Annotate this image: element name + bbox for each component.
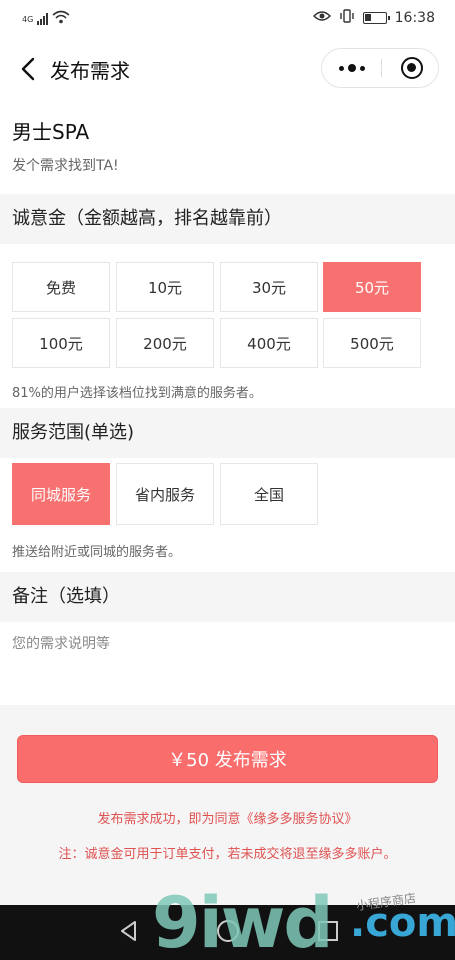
capsule-divider	[381, 59, 382, 77]
more-dots-icon[interactable]	[322, 49, 381, 87]
page-title: 发布需求	[50, 59, 130, 83]
close-target-icon[interactable]	[401, 57, 423, 79]
scope-option-nationwide[interactable]: 全国	[220, 463, 318, 525]
deposit-hint: 81%的用户选择该档位找到满意的服务者。	[12, 386, 262, 401]
deposit-option-free[interactable]: 免费	[12, 262, 110, 312]
refund-notice: 注：诚意金可用于订单支付，若未成交将退至缘多多账户。	[58, 847, 397, 862]
deposit-option-200[interactable]: 200元	[116, 318, 214, 368]
signal-icon	[37, 13, 49, 25]
deposit-option-50-selected[interactable]: 50元	[323, 262, 421, 312]
network-label: 4G	[22, 14, 34, 24]
remark-heading: 备注（选填）	[0, 572, 455, 622]
scope-heading: 服务范围(单选)	[0, 408, 455, 458]
status-bar: 4G 16:38	[0, 0, 455, 38]
back-arrow-icon[interactable]	[14, 54, 44, 84]
battery-icon	[362, 12, 390, 24]
wifi-icon	[52, 10, 70, 28]
remark-input[interactable]: 您的需求说明等	[12, 633, 110, 653]
eye-icon	[312, 10, 331, 26]
deposit-option-10[interactable]: 10元	[116, 262, 214, 312]
vibrate-icon	[339, 9, 355, 27]
service-subtitle: 发个需求找到TA!	[12, 158, 119, 174]
agreement-notice: 发布需求成功，即为同意《缘多多服务协议》	[97, 812, 358, 827]
scope-option-local-selected[interactable]: 同城服务	[12, 463, 110, 525]
deposit-option-400[interactable]: 400元	[220, 318, 318, 368]
deposit-option-30[interactable]: 30元	[220, 262, 318, 312]
deposit-option-100[interactable]: 100元	[12, 318, 110, 368]
deposit-heading: 诚意金（金额越高，排名越靠前）	[0, 194, 455, 244]
system-back-icon[interactable]	[118, 920, 140, 942]
nav-bar: 发布需求	[0, 38, 455, 100]
scope-hint: 推送给附近或同城的服务者。	[12, 545, 182, 560]
deposit-option-500[interactable]: 500元	[323, 318, 421, 368]
watermark-logo: 9iwd	[152, 882, 333, 960]
clock: 16:38	[394, 10, 435, 26]
mini-program-capsule	[321, 48, 439, 88]
scope-option-province[interactable]: 省内服务	[116, 463, 214, 525]
service-title: 男士SPA	[12, 120, 90, 144]
publish-button[interactable]: ￥50 发布需求	[17, 735, 438, 783]
